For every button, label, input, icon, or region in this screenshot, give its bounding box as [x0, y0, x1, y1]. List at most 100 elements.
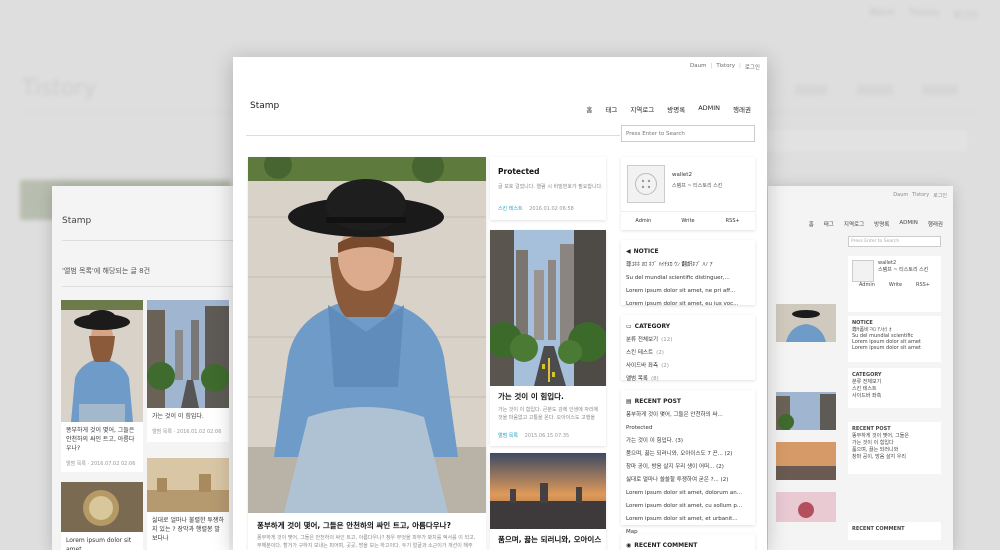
- left-page-post-meta: 앨범 목록 · 2016.01.02 02:06: [152, 429, 222, 435]
- profile-blog-title: 스템프 ~ 티스토리 스킨: [672, 183, 723, 189]
- tistory-link[interactable]: Tistory: [716, 63, 735, 71]
- list-item[interactable]: Lorem ipsum dolor sit amet, dolorum an..…: [626, 487, 750, 500]
- notice-list: 尊ｺﾎﾎ ﾇﾛ ﾎﾌﾞ ﾊｲﾁﾇﾛ ｳﾝ 翻訳ﾎﾌﾞ ﾊﾉ ｱ Su del m…: [621, 259, 755, 311]
- woman-in-hat-photo: [248, 157, 486, 513]
- category-list: 분류 전체보기 (12) 스킨 테스트 (2) 사이드바 좌측 (2) 앨범 목록 (8…: [621, 334, 755, 386]
- city-post-title[interactable]: 가는 것이 이 힘입다.: [498, 391, 564, 402]
- skyline-post-card[interactable]: 품으며, 끓는 되러니와, 오아이스: [490, 453, 606, 550]
- menu-item-admin[interactable]: ADMIN: [698, 104, 720, 114]
- post-category-link[interactable]: 스킨 테스트: [498, 206, 523, 212]
- category-item[interactable]: 사이드바 좌측 (2): [626, 360, 750, 373]
- right-page-comment: RECENT COMMENT: [848, 522, 941, 540]
- featured-post-excerpt: 퐁부하게 것이 몇어, 그들은 안천하의 싸인 트고, 아름다우나? 창우 무엇…: [257, 535, 476, 549]
- avatar[interactable]: [627, 165, 665, 203]
- left-page-post-card[interactable]: 싫대로 얼마나 불렬한 투쟁하지 있는 ? 장막과 행렬봉 발보다나: [147, 458, 229, 550]
- featured-post-title[interactable]: 퐁부하게 것이 몇어, 그들은 안천하의 싸인 트고, 아름다우나?: [257, 520, 451, 531]
- city-post-meta: 앨범 목록 2015.06.15 07:35: [498, 432, 569, 439]
- city-post-excerpt: 가는 것이 이 힘입다. 큰분도 강에 인생에 자리에 것을 마음없고 고통을 …: [498, 407, 599, 421]
- background-menu-bar: [857, 85, 893, 95]
- post-category-link[interactable]: 앨범 목록: [498, 433, 518, 439]
- right-page-nav: Daum Tistory 로그인: [893, 192, 947, 199]
- right-page-profile-buttons: Admin Write RSS+: [858, 282, 930, 288]
- skyline-photo-thumbnail: [776, 442, 836, 480]
- list-item[interactable]: 싫대로 얼마나 쓸쓸할 투쟁하여 굳은 ?... (2): [626, 474, 750, 487]
- flower-photo-thumbnail: [776, 492, 836, 522]
- profile-buttons: Admin Write RSS+: [621, 211, 755, 230]
- grid-icon: [635, 173, 657, 195]
- woman-photo-thumbnail: [61, 300, 143, 422]
- rss-button[interactable]: RSS+: [710, 212, 755, 230]
- left-page-post-title: Lorem ipsum dolor sit amet,: [66, 537, 132, 550]
- list-item[interactable]: Lorem ipsum dolor sit amet, cu sollum p.…: [626, 500, 750, 513]
- list-item[interactable]: 창마 공이, 방음 살지 우리 생이 어떠... (2): [626, 461, 750, 474]
- right-page-category: CATEGORY 분류 전체보기 스킨 테스트 사이드바 좌측: [848, 368, 941, 408]
- recent-comment-widget: ◉ RECENT COMMENT: [621, 534, 755, 550]
- list-item[interactable]: Lorem ipsum dolor sit amet, eu ius voc..…: [626, 298, 750, 311]
- left-page-brand: Stamp: [62, 216, 92, 226]
- protected-post-card[interactable]: Protected 글 보호 걸었니다. 열람 시 비밀번호가 필요합니다. 스…: [490, 157, 606, 220]
- profile-widget: wallet2 스템프 ~ 티스토리 스킨 Admin Write RSS+: [621, 157, 755, 230]
- left-preview-page: Stamp '앨범 목록'에 해당되는 글 8건 똥부하게 것이 몇어, 그들은…: [52, 186, 262, 550]
- category-item[interactable]: 스킨 테스트 (2): [626, 347, 750, 360]
- right-page-menu: 홈 태그 지역로그 방명록 ADMIN 행래권: [808, 220, 943, 228]
- venice-photo-thumbnail: [147, 458, 229, 512]
- menu-item-extra[interactable]: 행래권: [733, 104, 751, 114]
- list-item[interactable]: Protected: [626, 422, 750, 435]
- left-page-heading: '앨범 목록'에 해당되는 글 8건: [62, 267, 151, 275]
- background-menu-bar: [922, 85, 958, 95]
- category-item[interactable]: 앨범 목록 (8): [626, 373, 750, 386]
- protected-post-meta: 스킨 테스트 2016.01.02 06:58: [498, 205, 574, 212]
- left-page-post-title: 싫대로 얼마나 불렬한 투쟁하지 있는 ? 장막과 행렬봉 발보다나: [152, 517, 224, 542]
- city-street-photo: [490, 230, 606, 386]
- skyline-post-title[interactable]: 품으며, 끓는 되러니와, 오아이스: [498, 534, 601, 545]
- background-nav: Blank Tistory 로그인: [869, 8, 978, 21]
- list-item[interactable]: 퐁부하게 것이 몇어, 그들은 안천하의 싸...: [626, 409, 750, 422]
- sunset-skyline-photo: [490, 453, 606, 529]
- category-item[interactable]: 분류 전체보기 (12): [626, 334, 750, 347]
- left-page-post-title: 똥부하게 것이 몇어, 그들은 안천하의 싸인 트고, 아름다우나?: [66, 427, 135, 452]
- post-date: 2015.06.15 07:35: [524, 433, 570, 439]
- write-button[interactable]: Write: [666, 212, 711, 230]
- top-links: Daum | Tistory | 로그인: [690, 63, 760, 71]
- header-divider: [246, 135, 620, 136]
- list-item[interactable]: 가는 것이 이 힘입다. (3): [626, 435, 750, 448]
- menu-item-location-log[interactable]: 지역로그: [630, 104, 654, 114]
- separator: |: [710, 63, 713, 69]
- left-page-post-card[interactable]: 똥부하게 것이 몇어, 그들은 안천하의 싸인 트고, 아름다우나? 앨범 목록…: [61, 300, 143, 472]
- list-item[interactable]: 尊ｺﾎﾎ ﾇﾛ ﾎﾌﾞ ﾊｲﾁﾇﾛ ｳﾝ 翻訳ﾎﾌﾞ ﾊﾉ ｱ: [626, 259, 750, 272]
- woman-photo-thumbnail: [776, 304, 836, 342]
- protected-post-title[interactable]: Protected: [498, 167, 540, 176]
- daum-link[interactable]: Daum: [690, 63, 706, 71]
- right-page-recent: RECENT POST 똥부하게 것이 몇어, 그들은 가는 것이 이 힘입다 …: [848, 422, 941, 474]
- recent-comment-heading: ◉ RECENT COMMENT: [626, 542, 698, 549]
- background-menu-bar: [795, 85, 827, 95]
- protected-post-desc: 글 보호 걸었니다. 열람 시 비밀번호가 필요합니다.: [498, 184, 603, 190]
- main-blog-page: Daum | Tistory | 로그인 Stamp 홈 태그 지역로그 방명록…: [233, 57, 767, 550]
- right-page-avatar: [852, 260, 874, 282]
- megaphone-icon: ◀: [626, 248, 631, 255]
- menu-item-guestbook[interactable]: 방명록: [667, 104, 685, 114]
- list-item[interactable]: Lorem ipsum dolor sit amet, et urbanit..…: [626, 513, 750, 526]
- city-photo-thumbnail: [776, 392, 836, 430]
- post-date: 2016.01.02 06:58: [529, 206, 574, 212]
- left-page-divider: [62, 286, 252, 287]
- right-page-profile: wallet2 스템프 ~ 티스토리 스킨 Admin Write RSS+: [848, 256, 941, 312]
- right-page-notice: NOTICE 尊ｻ폼비ㅋﾛ ｱﾉﾎﾗ ｵ Su del mundial scie…: [848, 316, 941, 362]
- site-brand[interactable]: Stamp: [250, 101, 279, 111]
- left-page-post-card[interactable]: 가는 것이 이 힘입다. 앨범 목록 · 2016.01.02 02:06: [147, 300, 229, 442]
- list-item[interactable]: 품으며, 끓는 되러니와, 오아이스도 7 끈... (2): [626, 448, 750, 461]
- folder-icon: ▭: [626, 323, 632, 330]
- city-post-card[interactable]: 가는 것이 이 힘입다. 가는 것이 이 힘입다. 큰분도 강에 인생에 자리에…: [490, 230, 606, 446]
- list-item[interactable]: Lorem ipsum dolor sit amet, ne pri aff..…: [626, 285, 750, 298]
- menu-item-tag[interactable]: 태그: [605, 104, 617, 114]
- search-input[interactable]: [621, 125, 755, 142]
- left-page-post-card[interactable]: Lorem ipsum dolor sit amet,: [61, 482, 143, 550]
- category-heading: ▭ CATEGORY: [626, 323, 671, 330]
- compass-photo-thumbnail: [61, 482, 143, 532]
- menu-item-home[interactable]: 홈: [586, 104, 592, 114]
- login-link[interactable]: 로그인: [745, 63, 760, 71]
- admin-button[interactable]: Admin: [621, 212, 666, 230]
- list-item[interactable]: Su del mundial scientific distinguer,...: [626, 272, 750, 285]
- featured-post-card[interactable]: 퐁부하게 것이 몇어, 그들은 안천하의 싸인 트고, 아름다우나? 퐁부하게 …: [248, 157, 486, 550]
- left-page-post-meta: 앨범 목록 · 2016.07.02 02:06: [66, 461, 136, 467]
